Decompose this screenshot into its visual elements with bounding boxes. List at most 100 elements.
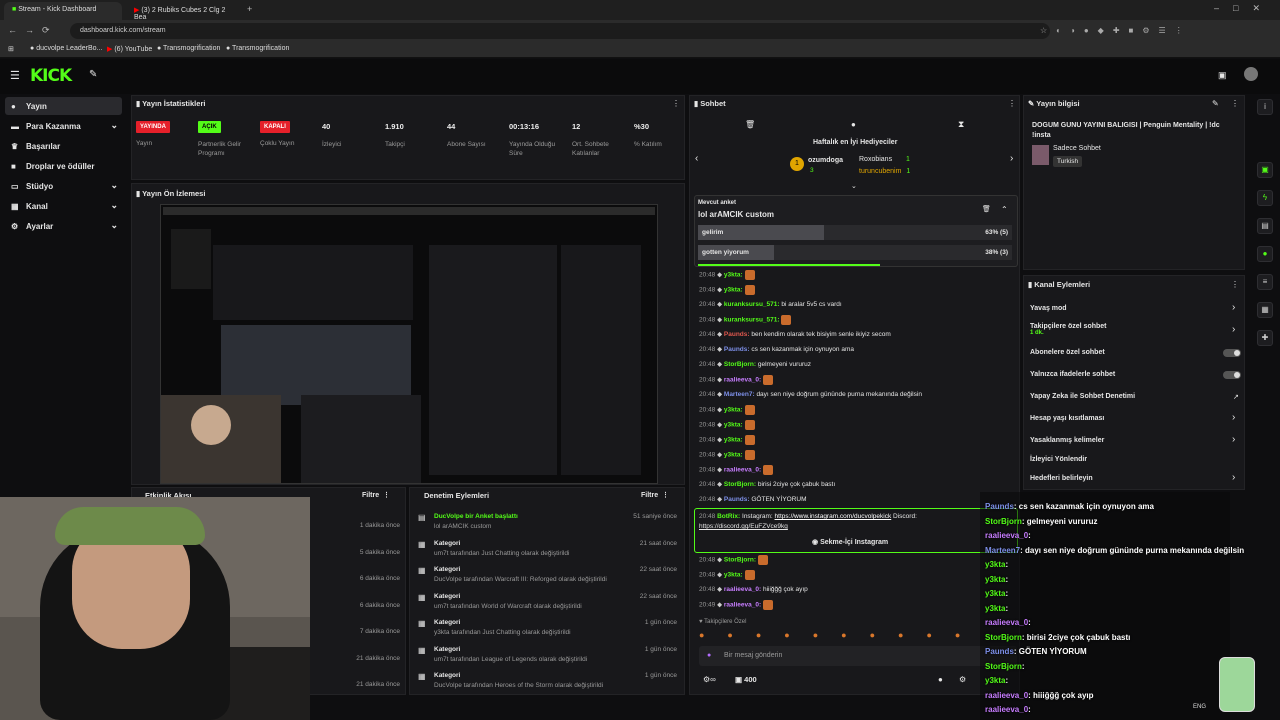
discord-link[interactable]: https://discord.gg/EuFZVce9kg	[699, 523, 788, 530]
hourglass-icon[interactable]: ⧗	[958, 119, 964, 130]
chat-message: 20:48 ◆ kuranksursu_571:	[699, 315, 1009, 329]
instagram-link[interactable]: https://www.instagram.com/ducvolpekick	[775, 513, 892, 520]
extension-icons[interactable]: ☆◐◑●◆✚■⚙☰⋮	[1040, 26, 1192, 35]
poll-label: Mevcut anket	[698, 200, 737, 206]
bookmark-2[interactable]: ▶ (6) YouTube	[107, 45, 152, 53]
address-bar[interactable]: dashboard.kick.com/stream	[70, 23, 1050, 39]
trash-icon[interactable]: 🗑	[982, 205, 991, 213]
followers-only-label: ♥ Takipçilere Özel	[699, 619, 747, 625]
avatar[interactable]	[1244, 67, 1258, 81]
sidebar-item-kanal[interactable]: ▦ Kanal ⌄	[5, 197, 122, 215]
screen-icon[interactable]: ▣	[1218, 70, 1227, 81]
stat-chatters: 12 Ort. Sohbete Katılanlar	[572, 122, 609, 157]
category-icon: ▦	[418, 566, 426, 575]
more-icon[interactable]: ⋮	[1231, 99, 1239, 108]
subs-only-chat[interactable]: Abonelere özel sohbet	[1030, 349, 1105, 356]
chevron-right-icon[interactable]: ›	[1010, 153, 1013, 164]
window-controls[interactable]: –□✕	[1214, 3, 1274, 14]
settings-icon[interactable]: ⚙∞	[703, 675, 716, 684]
chat-message: 20:48 ◆ y3kta:	[699, 405, 1009, 419]
card-icon[interactable]: ▤	[1257, 218, 1273, 234]
emote-icon	[744, 570, 755, 580]
sidebar-item-basarilar[interactable]: ♛ Başarılar	[5, 137, 122, 155]
mod-filter-button[interactable]: Filtre ⋮	[641, 491, 669, 499]
lightning-icon[interactable]: ϟ	[1257, 190, 1273, 206]
chat-message: 20:48 ◆ y3kta:	[699, 270, 1009, 284]
tool-icon-1[interactable]: ▣	[1257, 162, 1273, 178]
stream-preview-video[interactable]	[160, 204, 658, 484]
apps-icon[interactable]: ⊞	[8, 45, 14, 53]
emote-icon	[744, 420, 755, 430]
bookmark-4[interactable]: ● Transmogrification	[226, 45, 289, 52]
chevron-left-icon[interactable]: ‹	[695, 153, 698, 164]
external-link-icon[interactable]: ↗	[1233, 393, 1239, 401]
kick-logo[interactable]: KICK	[30, 66, 72, 86]
gift-icon: ■	[11, 162, 16, 171]
sidebar-item-ayarlar[interactable]: ⚙ Ayarlar ⌄	[5, 217, 122, 235]
subs-only-toggle[interactable]	[1223, 349, 1241, 357]
tab-kick-dashboard[interactable]: ■ Stream - Kick Dashboard	[4, 2, 122, 20]
live-label: Yayın	[136, 140, 153, 147]
sidebar-item-studyo[interactable]: ▭ Stüdyo ⌄	[5, 177, 122, 195]
menu-icon[interactable]: ☰	[10, 69, 20, 82]
stat-viewers: 40 İzleyici	[322, 122, 342, 148]
info-icon[interactable]: i	[1257, 99, 1273, 115]
new-tab-button[interactable]: +	[247, 4, 252, 14]
chevron-right-icon[interactable]: ›	[1232, 472, 1235, 483]
overlay-chat-bg	[980, 492, 1230, 720]
pin-icon[interactable]: ✎	[89, 69, 97, 80]
chat-message: 20:48 ◆ kuranksursu_571: bi aralar 5v5 c…	[699, 301, 842, 308]
gear-icon[interactable]: ⚙	[959, 675, 966, 684]
more-icon[interactable]: ⋮	[1008, 99, 1016, 108]
chevron-down-icon[interactable]: ⌄	[851, 182, 857, 190]
more-icon[interactable]: ⋮	[672, 99, 680, 108]
grid-icon[interactable]: ▦	[1257, 302, 1273, 318]
mod-list: ▤ DucVolpe bir Anket başlattı lol arAMCIK …	[415, 510, 681, 696]
tab-youtube[interactable]: ▶ (3) 2 Rubiks Cubes 2 Clg 2 Bea	[126, 2, 244, 21]
chevron-right-icon[interactable]: ›	[1232, 412, 1235, 423]
instagram-tab-button[interactable]: ◉ Sekme-İçi Instagram	[812, 538, 888, 546]
wrench-icon[interactable]: ✚	[1257, 330, 1273, 346]
activity-times: 1 dakika önce 5 dakika önce 6 dakika önce 6…	[356, 522, 400, 688]
slow-mode[interactable]: Yavaş mod	[1030, 305, 1067, 312]
trash-icon[interactable]: 🗑	[745, 120, 755, 129]
chat-message: 20:48 ◆ y3kta:	[699, 420, 1009, 434]
list-icon[interactable]: ≡	[1257, 274, 1273, 290]
more-icon[interactable]: ⋮	[1231, 280, 1239, 289]
sidebar-item-para[interactable]: ▬ Para Kazanma ⌄	[5, 117, 122, 135]
chevron-right-icon[interactable]: ›	[1232, 302, 1235, 313]
emote-bar[interactable]: ●●●●●●●●●●	[699, 630, 983, 640]
bookmark-3[interactable]: ● Transmogrification	[157, 45, 220, 52]
chevron-up-icon[interactable]: ⌃	[1001, 205, 1008, 214]
bookmark-1[interactable]: ● ducvolpe LeaderBo...	[30, 45, 102, 52]
account-age-restriction[interactable]: Hesap yaşı kısıtlaması	[1030, 415, 1104, 422]
followers-only-chat[interactable]: Takipçilere özel sohbet 1 dk.	[1030, 323, 1107, 336]
banned-words[interactable]: Yasaklanmış kelimeler	[1030, 437, 1104, 444]
poll-option-2[interactable]: gotten yiyorum 38% (3)	[698, 245, 1012, 260]
ai-moderation[interactable]: Yapay Zeka ile Sohbet Denetimi	[1030, 393, 1135, 400]
nav-buttons[interactable]: ←→⟳	[8, 25, 58, 36]
tab-label: Stream - Kick Dashboard	[18, 6, 97, 13]
list-item: ▦ Kategori um7t tarafından World of Warcra…	[418, 592, 677, 610]
sidebar-item-yayin[interactable]: ● Yayın	[5, 97, 122, 115]
chat-input[interactable]: ● Bir mesaj gönderin	[699, 646, 1017, 666]
kick-header	[0, 59, 1280, 94]
raid-viewers[interactable]: İzleyici Yönlendir	[1030, 456, 1087, 463]
chat-message: 20:48 ◆ StorBjorn:	[699, 555, 1009, 569]
edit-icon[interactable]: ✎	[1212, 99, 1219, 108]
set-goals[interactable]: Hedefleri belirleyin	[1030, 475, 1093, 482]
chevron-right-icon[interactable]: ›	[1232, 434, 1235, 445]
poll-option-1[interactable]: gelirim 63% (5)	[698, 225, 1012, 240]
emote-only-toggle[interactable]	[1223, 371, 1241, 379]
chat-icon[interactable]: ●	[1257, 246, 1273, 262]
overlay-chat-line: Paunds: cs sen kazanmak için oynuyon ama	[985, 502, 1154, 511]
overlay-chat-line: Paunds: GÖTEN YİYORUM	[985, 647, 1087, 656]
list-item: ▦ Kategori um7t tarafından League of Legen…	[418, 645, 677, 663]
activity-filter-button[interactable]: Filtre ⋮	[362, 491, 390, 499]
chat-message: 20:48 ◆ y3kta:	[699, 285, 1009, 299]
chevron-right-icon[interactable]: ›	[1232, 324, 1235, 335]
sidebar-item-droplar[interactable]: ■ Droplar ve ödüller	[5, 157, 122, 175]
chat-bubble-icon[interactable]: ●	[851, 120, 856, 129]
emote-only-chat[interactable]: Yalnızca ifadelerle sohbet	[1030, 371, 1115, 378]
emoji-icon[interactable]: ●	[938, 675, 943, 684]
